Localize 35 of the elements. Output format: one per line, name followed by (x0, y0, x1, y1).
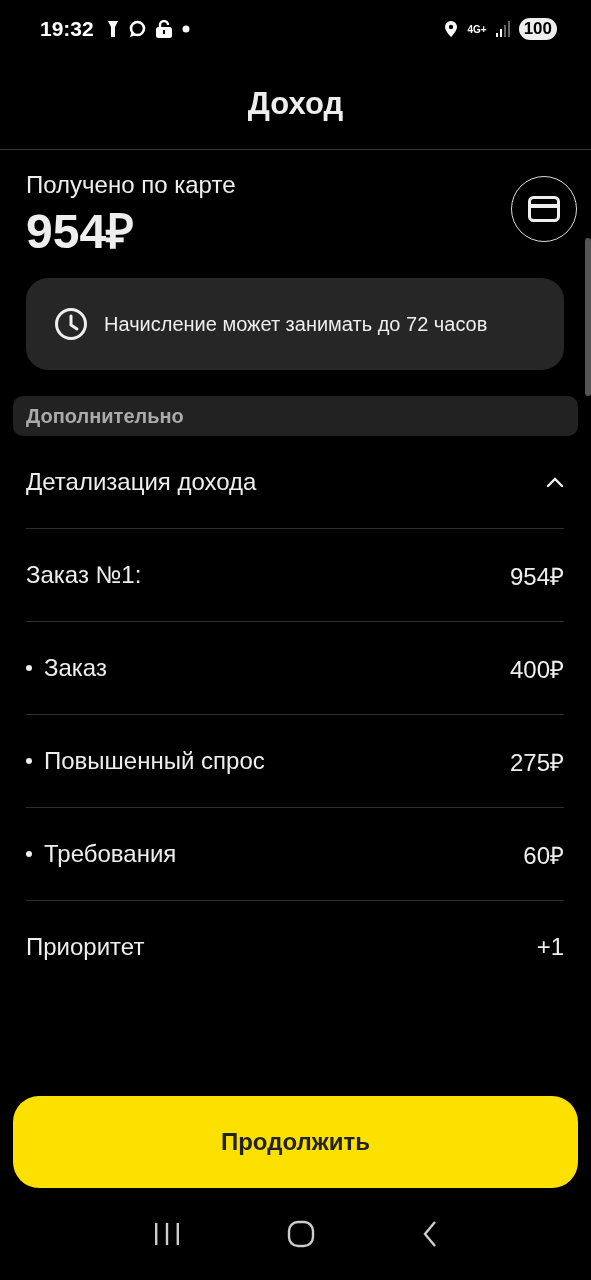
card-icon (528, 196, 560, 222)
received-amount: 954₽ (26, 203, 136, 260)
network-label: 4G+ (467, 23, 487, 35)
notice-text: Начисление может занимать до 72 часов (104, 312, 488, 336)
battery-level: 100 (518, 18, 557, 40)
back-icon[interactable] (421, 1220, 438, 1248)
row-label: Заказ №1: (26, 561, 142, 589)
row-value: +1 (536, 933, 564, 961)
location-icon (444, 20, 459, 38)
bullet-icon (26, 665, 32, 671)
row-value: 954₽ (509, 561, 564, 592)
bullet-icon (26, 758, 32, 764)
page-title: Доход (247, 85, 344, 122)
lock-icon (154, 19, 173, 39)
home-icon[interactable] (287, 1220, 316, 1248)
row-value: 275₽ (509, 747, 564, 778)
received-label: Получено по карте (26, 170, 236, 199)
row-label: Приоритет (26, 933, 145, 961)
row-label: Заказ (44, 654, 107, 682)
recent-apps-icon[interactable] (153, 1222, 182, 1246)
clock-icon (54, 307, 88, 341)
row-value: 400₽ (509, 654, 564, 685)
status-time: 19:32 (40, 17, 94, 41)
row-value: 60₽ (523, 840, 564, 871)
section-header: Дополнительно (13, 396, 578, 436)
bullet-icon (26, 851, 32, 857)
continue-button[interactable]: Продолжить (13, 1096, 578, 1188)
flashlight-icon (106, 20, 119, 38)
details-title: Детализация дохода (26, 468, 257, 496)
row-label: Повышенный спрос (44, 747, 265, 775)
dot-icon (181, 25, 190, 33)
signal-icon (495, 21, 510, 37)
details-toggle[interactable]: Детализация дохода (26, 436, 564, 528)
chat-icon (127, 20, 146, 38)
row-label: Требования (44, 840, 177, 868)
